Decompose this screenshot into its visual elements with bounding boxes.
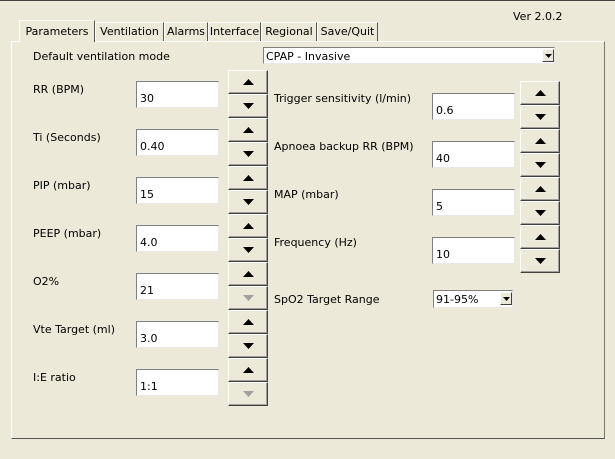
triangle-up-icon: [243, 127, 254, 133]
vte-target-ml-up-button[interactable]: [228, 310, 268, 334]
ventilation-mode-value: CPAP - Invasive: [266, 50, 351, 63]
tab-save-quit[interactable]: Save/Quit: [317, 22, 378, 41]
triangle-down-icon: [243, 199, 254, 205]
pip-mbar-down-button[interactable]: [228, 190, 268, 214]
apnoea-backup-rr-bpm-up-button[interactable]: [520, 129, 560, 153]
triangle-down-icon: [243, 391, 254, 397]
i-e-ratio-stepper: [228, 358, 268, 406]
pip-mbar-input[interactable]: [136, 177, 219, 204]
triangle-down-icon: [535, 162, 546, 168]
tab-interface[interactable]: Interface: [208, 22, 261, 41]
triangle-down-icon: [243, 151, 254, 157]
triangle-up-icon: [243, 319, 254, 325]
apnoea-backup-rr-bpm-stepper: [520, 129, 560, 177]
peep-mbar-stepper: [228, 214, 268, 262]
pip-mbar-up-button[interactable]: [228, 166, 268, 190]
triangle-up-icon: [243, 175, 254, 181]
map-mbar-stepper: [520, 177, 560, 225]
o2-label: O2%: [33, 275, 60, 288]
rr-bpm-input[interactable]: [136, 81, 219, 108]
ti-seconds-label: Ti (Seconds): [33, 131, 101, 144]
triangle-up-icon: [535, 90, 546, 96]
tab-parameters[interactable]: Parameters: [19, 20, 95, 42]
frequency-hz-label: Frequency (Hz): [274, 236, 357, 249]
i-e-ratio-down-button[interactable]: [228, 382, 268, 406]
triangle-down-icon: [243, 343, 254, 349]
triangle-up-icon: [243, 223, 254, 229]
apnoea-backup-rr-bpm-label: Apnoea backup RR (BPM): [274, 140, 414, 153]
trigger-sensitivity-l-min-down-button[interactable]: [520, 105, 560, 129]
o2-down-button[interactable]: [228, 286, 268, 310]
triangle-up-icon: [243, 367, 254, 373]
ventilation-mode-select[interactable]: CPAP - Invasive: [263, 47, 555, 64]
peep-mbar-label: PEEP (mbar): [33, 227, 102, 240]
vte-target-ml-input[interactable]: [136, 321, 219, 348]
version-label: Ver 2.0.2: [513, 10, 563, 23]
vte-target-ml-stepper: [228, 310, 268, 358]
map-mbar-label: MAP (mbar): [274, 188, 339, 201]
vte-target-ml-down-button[interactable]: [228, 334, 268, 358]
triangle-down-icon: [243, 103, 254, 109]
triangle-down-icon: [535, 210, 546, 216]
ti-seconds-stepper: [228, 118, 268, 166]
o2-input[interactable]: [136, 273, 219, 300]
settings-window: Ver 2.0.2 Parameters Ventilation Alarms …: [0, 0, 615, 459]
dropdown-arrow-icon[interactable]: [542, 49, 554, 62]
dropdown-arrow-icon[interactable]: [500, 292, 512, 305]
rr-bpm-up-button[interactable]: [228, 70, 268, 94]
triangle-up-icon: [535, 138, 546, 144]
ti-seconds-down-button[interactable]: [228, 142, 268, 166]
spo2-range-value: 91-95%: [436, 293, 479, 306]
tab-regional[interactable]: Regional: [261, 22, 317, 41]
ti-seconds-up-button[interactable]: [228, 118, 268, 142]
default-mode-label: Default ventilation mode: [33, 50, 170, 63]
trigger-sensitivity-l-min-up-button[interactable]: [520, 81, 560, 105]
trigger-sensitivity-l-min-input[interactable]: [432, 93, 515, 120]
o2-up-button[interactable]: [228, 262, 268, 286]
frequency-hz-stepper: [520, 225, 560, 273]
o2-stepper: [228, 262, 268, 310]
triangle-up-icon: [243, 271, 254, 277]
i-e-ratio-input[interactable]: [136, 369, 219, 396]
map-mbar-input[interactable]: [432, 189, 515, 216]
rr-bpm-label: RR (BPM): [33, 83, 85, 96]
map-mbar-up-button[interactable]: [520, 177, 560, 201]
frequency-hz-up-button[interactable]: [520, 225, 560, 249]
tab-ventilation[interactable]: Ventilation: [95, 22, 164, 41]
pip-mbar-stepper: [228, 166, 268, 214]
triangle-down-icon: [243, 247, 254, 253]
map-mbar-down-button[interactable]: [520, 201, 560, 225]
vte-target-ml-label: Vte Target (ml): [33, 323, 115, 336]
i-e-ratio-up-button[interactable]: [228, 358, 268, 382]
ti-seconds-input[interactable]: [136, 129, 219, 156]
peep-mbar-input[interactable]: [136, 225, 219, 252]
apnoea-backup-rr-bpm-input[interactable]: [432, 141, 515, 168]
window-top-border: [0, 0, 615, 1]
pip-mbar-label: PIP (mbar): [33, 179, 91, 192]
frequency-hz-down-button[interactable]: [520, 249, 560, 273]
status-divider: [12, 438, 605, 439]
triangle-up-icon: [243, 79, 254, 85]
peep-mbar-up-button[interactable]: [228, 214, 268, 238]
apnoea-backup-rr-bpm-down-button[interactable]: [520, 153, 560, 177]
trigger-sensitivity-l-min-stepper: [520, 81, 560, 129]
triangle-up-icon: [535, 234, 546, 240]
tab-alarms[interactable]: Alarms: [164, 22, 208, 41]
triangle-up-icon: [535, 186, 546, 192]
trigger-sensitivity-l-min-label: Trigger sensitivity (l/min): [274, 92, 412, 105]
spo2-range-select[interactable]: 91-95%: [433, 290, 513, 308]
frequency-hz-input[interactable]: [432, 237, 515, 264]
i-e-ratio-label: I:E ratio: [33, 371, 76, 384]
rr-bpm-down-button[interactable]: [228, 94, 268, 118]
triangle-down-icon: [243, 295, 254, 301]
peep-mbar-down-button[interactable]: [228, 238, 268, 262]
triangle-down-icon: [535, 258, 546, 264]
rr-bpm-stepper: [228, 70, 268, 118]
spo2-label: SpO2 Target Range: [274, 293, 380, 306]
triangle-down-icon: [535, 114, 546, 120]
